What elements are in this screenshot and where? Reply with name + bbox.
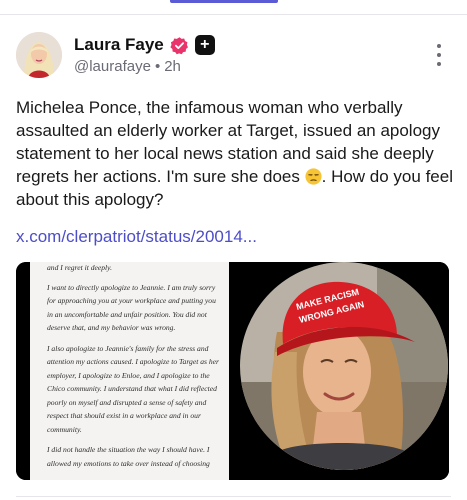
document-paragraph: and I regret it deeply. xyxy=(47,263,113,272)
profile-photo: MAKE RACISM WRONG AGAIN xyxy=(237,262,449,480)
divider xyxy=(16,496,451,497)
document-page: and I regret it deeply. I want to direct… xyxy=(30,262,229,480)
verified-icon xyxy=(170,36,189,55)
divider xyxy=(0,14,467,15)
meta-separator: • xyxy=(154,58,161,75)
more-options-icon[interactable] xyxy=(435,44,443,66)
unamused-face-icon xyxy=(305,168,322,185)
author-display-name[interactable]: Laura Faye xyxy=(74,35,164,55)
media-photo-image[interactable]: MAKE RACISM WRONG AGAIN xyxy=(237,262,449,480)
post-media[interactable]: and I regret it deeply. I want to direct… xyxy=(16,262,449,480)
author-meta: @laurafaye • 2h xyxy=(74,58,181,75)
avatar[interactable] xyxy=(16,32,62,78)
post-timestamp[interactable]: 2h xyxy=(164,58,181,75)
avatar-image xyxy=(16,32,62,78)
document-paragraph: I did not handle the situation the way I… xyxy=(47,445,210,468)
document-paragraph: I want to directly apologize to Jeannie.… xyxy=(47,282,216,333)
tab-indicator xyxy=(170,0,278,3)
media-document-image[interactable]: and I regret it deeply. I want to direct… xyxy=(16,262,229,480)
post-link[interactable]: x.com/clerpatriot/status/20014... xyxy=(16,227,257,247)
document-paragraph: I also apologize to Jeannie's family for… xyxy=(47,343,219,434)
plus-badge: + xyxy=(194,35,215,55)
post-body: Michelea Ponce, the infamous woman who v… xyxy=(16,96,456,211)
media-divider xyxy=(229,262,237,480)
author-handle[interactable]: @laurafaye xyxy=(74,58,151,75)
post-header: Laura Faye + @laurafaye • 2h xyxy=(16,32,451,80)
author-name-row: Laura Faye + xyxy=(74,35,215,55)
